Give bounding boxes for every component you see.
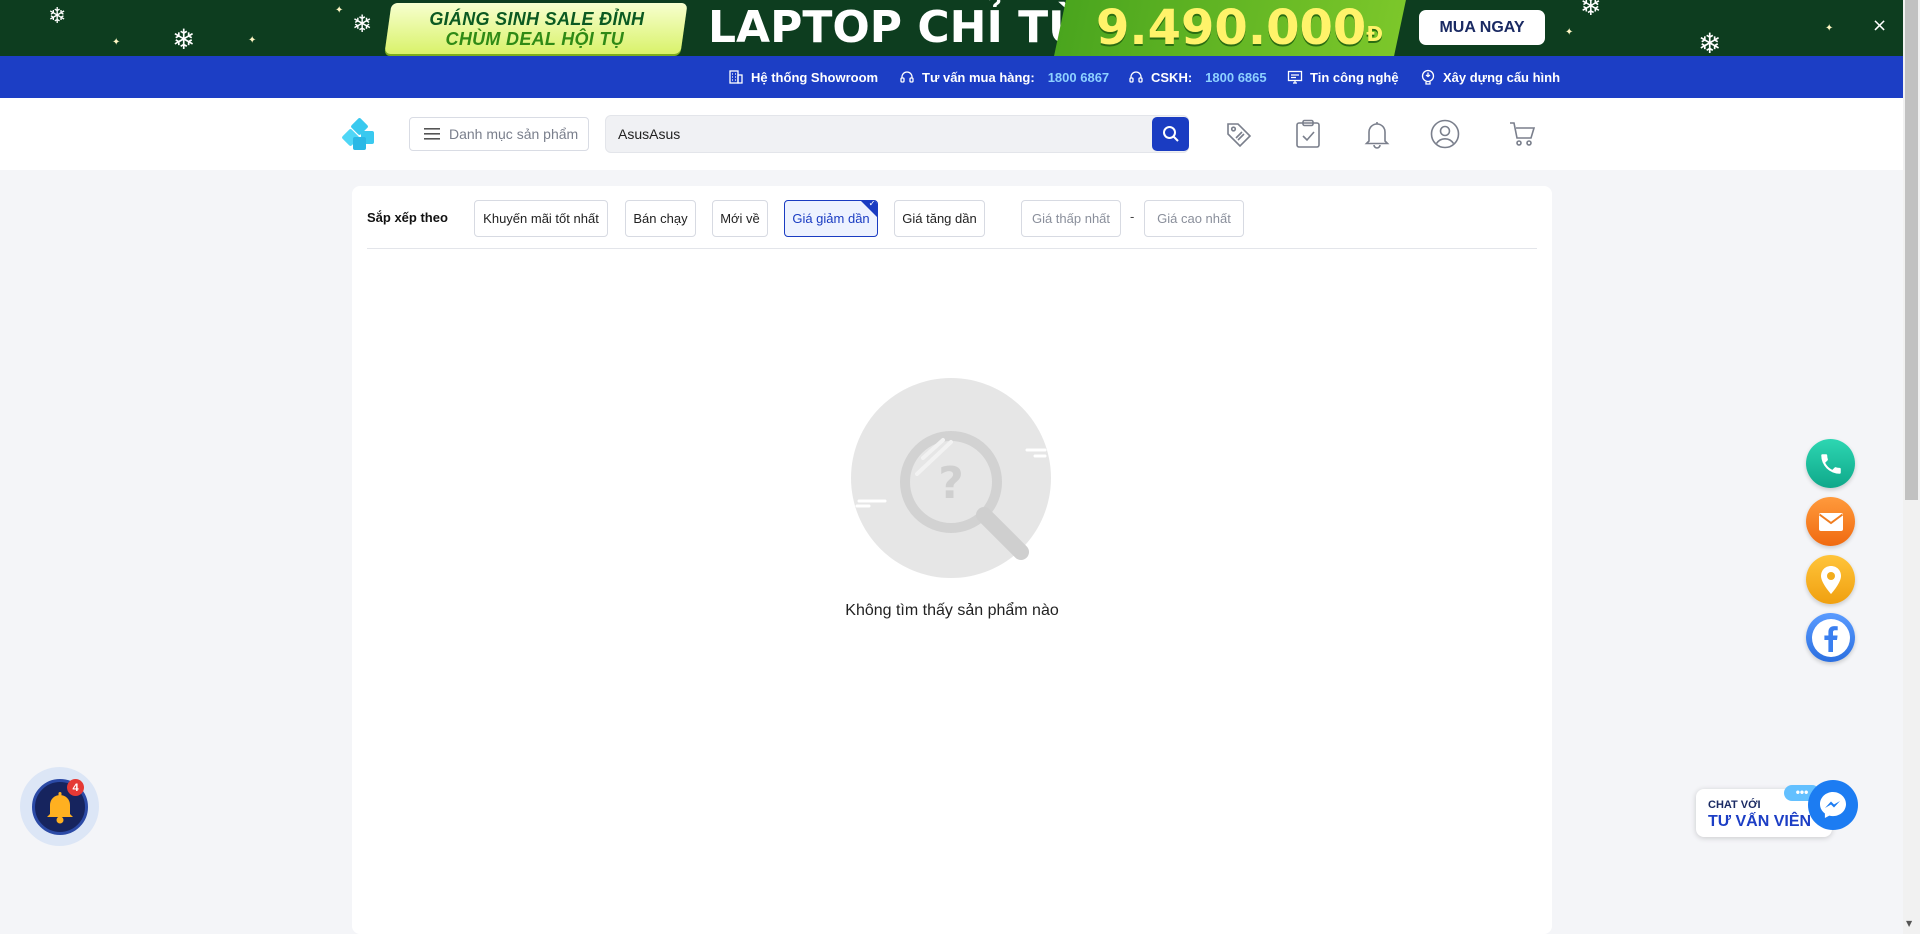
promo-tag-line-2: CHÙM DEAL HỘI TỤ (445, 28, 624, 49)
consult-phone[interactable]: 1800 6867 (1048, 70, 1109, 85)
category-menu-button[interactable]: Danh mục sản phẩm (409, 117, 589, 151)
cskh-hotline[interactable]: CSKH: 1800 6865 (1128, 56, 1267, 98)
headset-icon (900, 71, 914, 83)
call-button[interactable] (1806, 439, 1855, 488)
consult-label: Tư vấn mua hàng: (922, 69, 1035, 85)
map-pin-icon (1820, 565, 1841, 594)
search-button[interactable] (1152, 117, 1189, 151)
star-icon: ✦ (1565, 27, 1574, 38)
sort-label: Sắp xếp theo (367, 210, 448, 225)
build-pc-label: Xây dựng cấu hình (1443, 69, 1561, 85)
headset-icon (1129, 71, 1143, 83)
building-icon (729, 70, 743, 84)
price-range-separator: - (1130, 209, 1135, 224)
notification-bell-icon[interactable] (1360, 116, 1394, 152)
no-results-message: Không tìm thấy sản phẩm nào (845, 602, 1059, 619)
search-input[interactable] (618, 116, 1138, 152)
info-bar: Hệ thống Showroom Tư vấn mua hàng: 1800 … (0, 56, 1903, 98)
tech-news-link[interactable]: Tin công nghệ (1287, 56, 1399, 98)
logo-icon[interactable] (341, 117, 376, 150)
snowflake-icon: ❄ (172, 23, 196, 56)
mail-icon (1818, 512, 1843, 531)
sort-price-desc-label: Giá giảm dần (792, 211, 870, 226)
snowflake-icon: ❄ (1580, 0, 1602, 22)
search-icon (1162, 126, 1179, 142)
cskh-phone[interactable]: 1800 6865 (1205, 70, 1266, 85)
email-button[interactable] (1806, 497, 1855, 546)
svg-text:?: ? (938, 458, 964, 509)
monitor-icon (1287, 70, 1303, 84)
sort-divider (367, 248, 1537, 249)
max-price-input[interactable]: Giá cao nhất (1144, 200, 1244, 237)
promo-price-value: 9.490.000 (1096, 0, 1367, 56)
facebook-button[interactable] (1806, 613, 1855, 662)
account-icon[interactable] (1428, 116, 1462, 152)
consult-hotline[interactable]: Tư vấn mua hàng: 1800 6867 (899, 56, 1109, 98)
check-icon: ✓ (868, 200, 876, 209)
star-icon: ✦ (248, 35, 257, 46)
chat-label-small: CHAT VỚI (1708, 799, 1761, 811)
messenger-icon (1820, 792, 1846, 818)
sort-best-selling[interactable]: Bán chạy (625, 200, 696, 237)
notification-widget[interactable] (20, 767, 99, 846)
category-menu-label: Danh mục sản phẩm (449, 126, 579, 142)
phone-icon (1820, 453, 1841, 474)
star-icon: ✦ (335, 5, 344, 16)
chat-label-big: TƯ VẤN VIÊN (1708, 813, 1812, 830)
star-icon: ✦ (112, 37, 121, 48)
min-price-input[interactable]: Giá thấp nhất (1021, 200, 1121, 237)
tech-news-label: Tin công nghệ (1310, 69, 1399, 85)
results-panel: Sắp xếp theo Khuyến mãi tốt nhất Bán chạ… (352, 186, 1552, 934)
cskh-label: CSKH: (1151, 69, 1193, 85)
scrollbar-thumb[interactable] (1905, 0, 1918, 500)
location-button[interactable] (1806, 555, 1855, 604)
search-bar (605, 115, 1189, 153)
promo-price: 9.490.000Đ (1096, 2, 1383, 54)
sort-best-promo[interactable]: Khuyến mãi tốt nhất (474, 200, 608, 237)
order-checklist-icon[interactable] (1291, 116, 1325, 152)
promo-headline: LAPTOP CHỈ TỪ (708, 2, 1085, 53)
promo-banner[interactable]: ❄ ❄ ❄ ✦ ✦ ✦ ❄ ❄ ✦ ✦ GIÁNG SINH SALE ĐỈNH… (0, 0, 1903, 56)
close-banner-icon[interactable]: × (1872, 16, 1887, 36)
showroom-link[interactable]: Hệ thống Showroom (728, 56, 878, 98)
promotion-tag-icon[interactable] (1222, 116, 1256, 152)
sort-price-desc[interactable]: Giá giảm dần ✓ (784, 200, 878, 237)
hamburger-icon (424, 128, 440, 140)
promo-tag-line-1: GIÁNG SINH SALE ĐỈNH (429, 8, 645, 29)
messenger-button[interactable] (1808, 780, 1858, 830)
site-header: Danh mục sản phẩm (0, 98, 1903, 170)
scroll-down-arrow-icon[interactable]: ▼ (1906, 919, 1912, 928)
showroom-label: Hệ thống Showroom (751, 69, 879, 85)
buy-now-button[interactable]: MUA NGAY (1419, 10, 1545, 45)
cart-icon[interactable] (1505, 116, 1539, 152)
sort-newest[interactable]: Mới về (712, 200, 768, 237)
build-pc-link[interactable]: Xây dựng cấu hình (1420, 56, 1560, 98)
star-icon: ✦ (1825, 23, 1834, 34)
snowflake-icon: ❄ (352, 10, 373, 38)
brain-icon (1421, 69, 1435, 85)
snowflake-icon: ❄ (1698, 27, 1722, 57)
promo-currency: Đ (1366, 22, 1384, 46)
sort-price-asc[interactable]: Giá tăng dần (894, 200, 985, 237)
snowflake-icon: ❄ (48, 4, 67, 29)
facebook-icon (1811, 618, 1850, 657)
promo-tagline: GIÁNG SINH SALE ĐỈNH CHÙM DEAL HỘI TỤ (384, 3, 688, 54)
notification-badge: 4 (67, 779, 84, 796)
no-results-magnifier-icon: ? (851, 378, 1051, 578)
